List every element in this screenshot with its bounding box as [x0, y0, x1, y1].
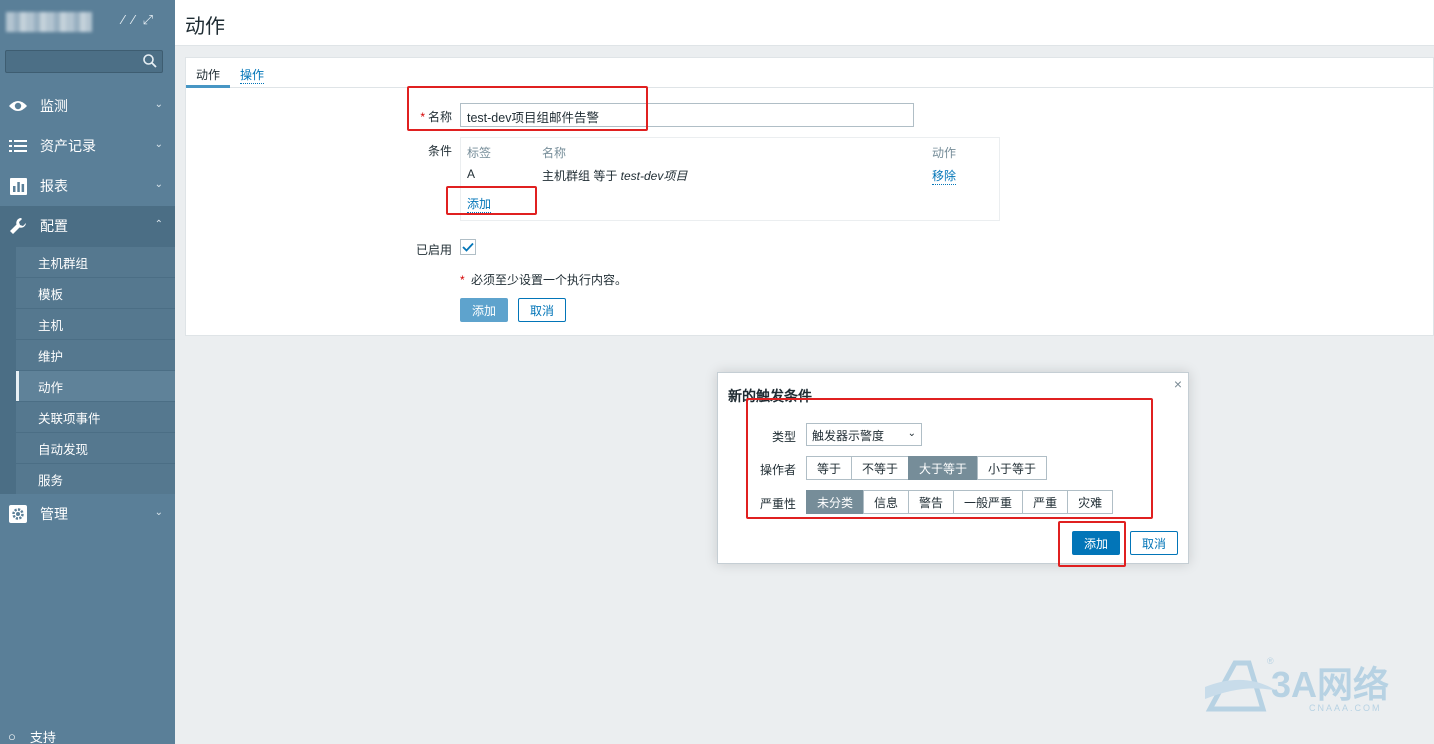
name-field[interactable]: test-dev项目组邮件告警	[460, 103, 914, 127]
watermark-sub: CNAAA.COM	[1309, 703, 1382, 713]
checkmark-icon	[462, 242, 474, 252]
severity-not-classified[interactable]: 未分类	[806, 490, 865, 514]
watermark-graphic: ® 3A网络 CNAAA.COM	[1205, 656, 1389, 713]
column-header-action: 动作	[932, 146, 957, 160]
name-label-text: 名称	[427, 110, 452, 124]
sub-item-maintenance[interactable]: 维护	[16, 339, 175, 370]
operator-label: 操作者	[759, 463, 796, 477]
search-icon[interactable]	[142, 53, 158, 69]
operator-not-equal[interactable]: 不等于	[851, 456, 910, 480]
severity-label: 严重性	[759, 497, 796, 511]
severity-warning[interactable]: 警告	[908, 490, 955, 514]
operator-segmented-control: 等于 不等于 大于等于 小于等于	[806, 456, 1048, 480]
tab-action[interactable]: 动作	[186, 66, 230, 88]
nav-label: 监测	[40, 98, 68, 114]
action-form-panel: 动作 操作 * 名称 test-dev项目组邮件告警 条件 标签 名称 动作 A …	[185, 57, 1434, 336]
dialog-add-button[interactable]: 添加	[1072, 531, 1120, 555]
nav-configuration[interactable]: 配置 ⌃	[0, 206, 175, 246]
type-select-value: 触发器示警度	[812, 429, 885, 443]
tab-bar: 动作 操作	[186, 58, 1433, 88]
severity-high[interactable]: 严重	[1022, 490, 1069, 514]
nav-reports[interactable]: 报表 ⌄	[0, 166, 175, 206]
operator-less-or-equal[interactable]: 小于等于	[977, 456, 1048, 480]
support-link[interactable]: ○ 支持	[8, 727, 56, 744]
collapse-icon[interactable]: ⁄⁄	[122, 12, 142, 27]
nav-monitoring[interactable]: 监测 ⌄	[0, 86, 175, 126]
required-mark: *	[420, 110, 425, 124]
condition-name-text: 主机群组 等于	[542, 169, 621, 183]
sidebar-controls: ⁄⁄⤢	[122, 12, 161, 28]
wrench-icon	[8, 217, 28, 235]
page-title: 动作	[185, 16, 225, 38]
condition-tag: A	[467, 167, 476, 181]
type-select[interactable]: 触发器示警度 ⌄	[806, 423, 922, 446]
note-star: *	[460, 273, 465, 287]
bar-chart-icon	[8, 177, 28, 195]
nav-label: 资产记录	[40, 138, 96, 154]
severity-information[interactable]: 信息	[863, 490, 910, 514]
severity-segmented-control: 未分类 信息 警告 一般严重 严重 灾难	[806, 490, 1114, 514]
nav-inventory[interactable]: 资产记录 ⌄	[0, 126, 175, 166]
logo-area: ⁄⁄⤢	[0, 0, 175, 44]
logo	[6, 12, 92, 32]
sub-item-discovery[interactable]: 自动发现	[16, 432, 175, 463]
add-button[interactable]: 添加	[460, 298, 508, 322]
close-icon[interactable]: ×	[1174, 376, 1182, 392]
support-icon: ○	[8, 729, 16, 744]
kiosk-mode-icon[interactable]: ⤢	[143, 12, 161, 27]
add-condition-link[interactable]: 添加	[467, 195, 492, 213]
chevron-down-icon: ⌄	[907, 428, 916, 439]
dialog-title: 新的触发条件	[728, 388, 812, 404]
sub-item-templates[interactable]: 模板	[16, 277, 175, 308]
column-header-tag: 标签	[467, 146, 492, 160]
conditions-table: 标签 名称 动作 A 主机群组 等于 test-dev项目 移除 添加	[460, 137, 1000, 221]
condition-name: 主机群组 等于 test-dev项目	[542, 167, 687, 184]
sidebar-search-input[interactable]	[5, 50, 163, 73]
sub-item-actions[interactable]: 动作	[16, 370, 175, 401]
watermark-logo: ® 3A网络 CNAAA.COM	[1205, 656, 1405, 715]
chevron-down-icon: ⌄	[154, 179, 163, 190]
operator-greater-or-equal[interactable]: 大于等于	[908, 456, 979, 480]
nav-label: 管理	[40, 506, 68, 522]
type-label: 类型	[771, 430, 796, 444]
nav-label: 配置	[40, 218, 68, 234]
sub-item-host-groups[interactable]: 主机群组	[16, 246, 175, 277]
conditions-label: 条件	[427, 144, 452, 158]
chevron-down-icon: ⌄	[154, 139, 163, 150]
chevron-up-icon: ⌃	[154, 219, 163, 230]
page-header: 动作	[175, 0, 1434, 46]
sub-item-services[interactable]: 服务	[16, 463, 175, 494]
condition-name-value: test-dev项目	[620, 169, 688, 183]
note-text: 必须至少设置一个执行内容。	[467, 273, 628, 287]
operator-equal[interactable]: 等于	[806, 456, 853, 480]
config-submenu: 主机群组 模板 主机 维护 动作 关联项事件 自动发现 服务	[0, 246, 175, 494]
gear-icon	[8, 505, 28, 523]
list-icon	[8, 137, 28, 155]
eye-icon	[8, 97, 28, 115]
severity-average[interactable]: 一般严重	[953, 490, 1024, 514]
chevron-down-icon: ⌄	[154, 507, 163, 518]
cancel-button[interactable]: 取消	[518, 298, 566, 322]
severity-disaster[interactable]: 灾难	[1067, 490, 1114, 514]
main-nav: 监测 ⌄ 资产记录 ⌄ 报表 ⌄ 配置 ⌃ 主机群组 模板 主机 维护 动作 关…	[0, 86, 175, 534]
chevron-down-icon: ⌄	[154, 99, 163, 110]
nav-administration[interactable]: 管理 ⌄	[0, 494, 175, 534]
name-label: * 名称	[386, 108, 452, 125]
watermark-brand: 3A网络	[1271, 664, 1389, 705]
nav-label: 报表	[40, 178, 68, 194]
sub-item-event-correlation[interactable]: 关联项事件	[16, 401, 175, 432]
support-label: 支持	[29, 730, 56, 744]
sub-item-hosts[interactable]: 主机	[16, 308, 175, 339]
remove-condition-link[interactable]: 移除	[932, 167, 957, 185]
new-condition-dialog: 新的触发条件 × 类型 触发器示警度 ⌄ 操作者 等于 不等于 大于等于 小于等…	[717, 372, 1189, 564]
tab-operations[interactable]: 操作	[240, 66, 265, 84]
requirement-note: * 必须至少设置一个执行内容。	[460, 271, 627, 288]
column-header-name: 名称	[542, 146, 567, 160]
enabled-checkbox[interactable]	[460, 239, 476, 255]
enabled-label: 已启用	[415, 243, 452, 257]
sidebar: ⁄⁄⤢ 监测 ⌄ 资产记录 ⌄ 报表 ⌄ 配置 ⌃ 主机群组 模板 主机 维护 …	[0, 0, 175, 744]
dialog-cancel-button[interactable]: 取消	[1130, 531, 1178, 555]
